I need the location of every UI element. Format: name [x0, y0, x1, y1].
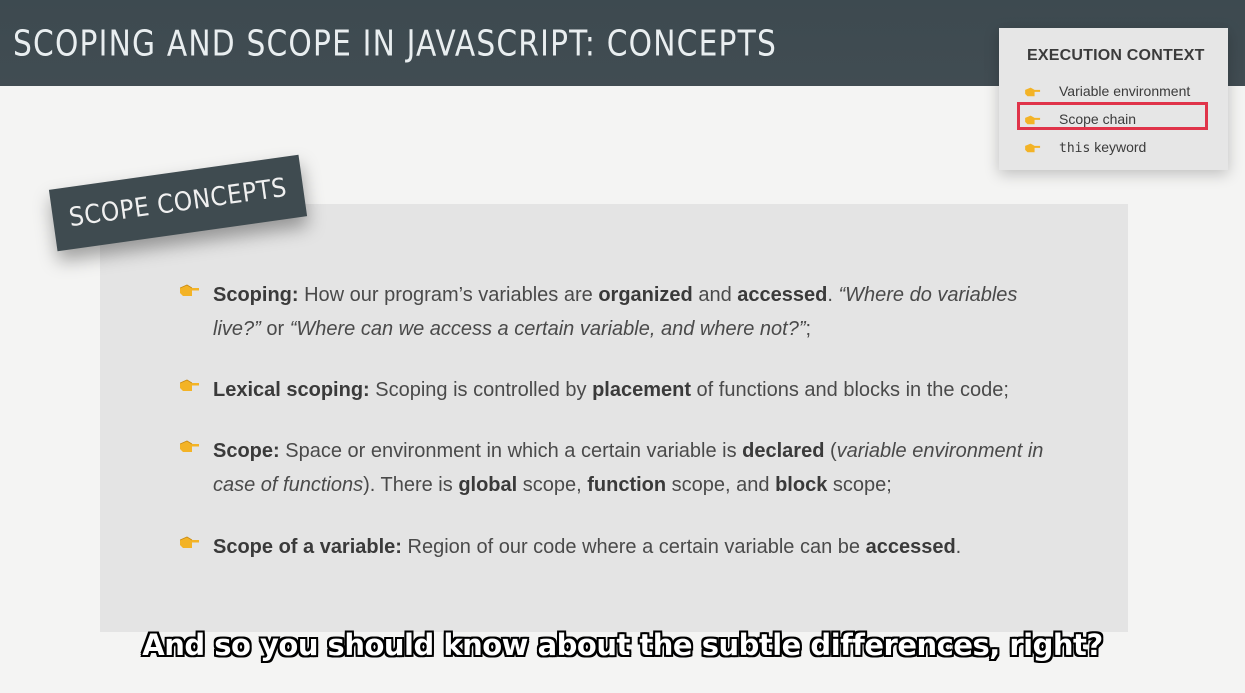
keyword-label: keyword [1090, 139, 1147, 155]
video-subtitle: And so you should know about the subtle … [142, 628, 1103, 662]
scope-chain-highlight-box [1017, 102, 1208, 130]
pointing-hand-icon [180, 440, 199, 452]
pointing-hand-icon [180, 536, 199, 548]
content-panel [100, 204, 1128, 632]
text-run: of functions and blocks in the code; [691, 379, 1009, 401]
bold-text: declared [742, 440, 825, 462]
bullet-term: Scope of a variable: [213, 536, 402, 558]
text-run: scope, [517, 474, 588, 496]
bold-text: function [587, 474, 667, 496]
text-run: or [260, 318, 290, 340]
text-run: scope, and [666, 474, 776, 496]
execution-context-card: EXECUTION CONTEXT Variable environment S… [999, 28, 1228, 170]
text-run: and [692, 284, 738, 306]
text-run: ; [805, 318, 812, 340]
text-run: . [955, 536, 962, 558]
text-run: Region of our code where a certain varia… [401, 536, 866, 558]
ec-item-label: this keyword [1059, 139, 1146, 156]
slide-title: Scoping and Scope in JavaScript: Concept… [13, 22, 778, 65]
bold-text: block [775, 474, 828, 496]
bold-text: organized [598, 284, 693, 306]
pointing-hand-icon [180, 379, 199, 391]
text-run: Space or environment in which a certain … [279, 440, 743, 462]
bold-text: placement [592, 379, 691, 401]
text-run: ( [824, 440, 837, 462]
bold-text: global [458, 474, 518, 496]
bold-text: accessed [737, 284, 828, 306]
bullet-text: Scope: Space or environment in which a c… [213, 434, 1058, 502]
bullet-term: Lexical scoping: [213, 379, 370, 401]
code-this: this [1059, 141, 1091, 156]
text-run: ). There is [363, 474, 459, 496]
ec-item-label: Variable environment [1059, 83, 1191, 99]
bold-text: accessed [865, 536, 956, 558]
bullet-term: Scoping: [213, 284, 299, 306]
execution-context-title: EXECUTION CONTEXT [1027, 47, 1205, 64]
text-run: . [827, 284, 839, 306]
text-run: Scoping is controlled by [369, 379, 593, 401]
bullet-text: Scoping: How our program’s variables are… [213, 278, 1058, 346]
pointing-hand-icon [1025, 143, 1041, 153]
text-run: How our program’s variables are [298, 284, 599, 306]
pointing-hand-icon [1025, 87, 1041, 97]
bullet-text: Scope of a variable: Region of our code … [213, 530, 1058, 564]
italic-text: “Where can we access a certain variable,… [289, 318, 806, 340]
text-run: scope; [827, 474, 892, 496]
ec-item-this-keyword: this keyword [1025, 137, 1215, 159]
bullet-term: Scope: [213, 440, 280, 462]
bullet-text: Lexical scoping: Scoping is controlled b… [213, 373, 1058, 407]
ec-item-variable-environment: Variable environment [1025, 81, 1215, 103]
pointing-hand-icon [180, 284, 199, 296]
